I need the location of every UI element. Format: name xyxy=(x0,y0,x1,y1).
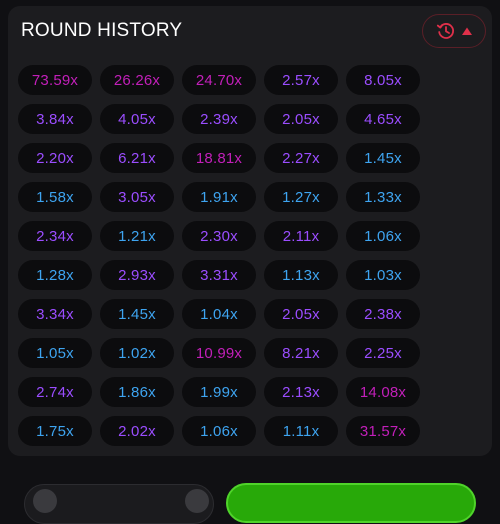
round-multiplier-chip: 2.74x xyxy=(18,377,92,407)
round-multiplier-chip: 2.02x xyxy=(100,416,174,446)
round-multiplier-chip: 1.06x xyxy=(182,416,256,446)
round-multiplier-chip: 2.13x xyxy=(264,377,338,407)
round-multiplier-chip: 10.99x xyxy=(182,338,256,368)
round-multiplier-chip: 2.20x xyxy=(18,143,92,173)
round-multiplier-chip: 31.57x xyxy=(346,416,420,446)
round-multiplier-chip: 1.27x xyxy=(264,182,338,212)
round-multiplier-chip: 4.05x xyxy=(100,104,174,134)
round-multiplier-chip: 26.26x xyxy=(100,65,174,95)
round-multiplier-chip: 2.05x xyxy=(264,104,338,134)
round-multiplier-chip: 8.05x xyxy=(346,65,420,95)
round-multiplier-chip: 1.02x xyxy=(100,338,174,368)
round-multiplier-chip: 3.05x xyxy=(100,182,174,212)
bet-button[interactable] xyxy=(226,483,476,523)
round-multiplier-chip: 18.81x xyxy=(182,143,256,173)
round-multiplier-chip: 2.11x xyxy=(264,221,338,251)
round-multiplier-chip: 3.31x xyxy=(182,260,256,290)
round-multiplier-chip: 14.08x xyxy=(346,377,420,407)
round-multiplier-chip: 24.70x xyxy=(182,65,256,95)
round-multiplier-chip: 73.59x xyxy=(18,65,92,95)
round-multiplier-chip: 1.11x xyxy=(264,416,338,446)
round-multiplier-chip: 2.93x xyxy=(100,260,174,290)
round-multiplier-chip: 2.34x xyxy=(18,221,92,251)
round-multiplier-chip: 2.05x xyxy=(264,299,338,329)
round-multiplier-chip: 1.58x xyxy=(18,182,92,212)
round-multiplier-chip: 1.21x xyxy=(100,221,174,251)
round-history-panel: ROUND HISTORY 73.59x 26.26x 24.70x 2.57x 8.0… xyxy=(8,6,492,456)
round-multiplier-chip: 1.45x xyxy=(100,299,174,329)
round-history-grid: 73.59x 26.26x 24.70x 2.57x 8.05x 3.84x 4.05x 2.… xyxy=(18,65,420,446)
round-multiplier-chip: 1.75x xyxy=(18,416,92,446)
round-multiplier-chip: 1.03x xyxy=(346,260,420,290)
round-multiplier-chip: 1.04x xyxy=(182,299,256,329)
round-multiplier-chip: 8.21x xyxy=(264,338,338,368)
increase-bet-button[interactable] xyxy=(185,489,209,513)
round-multiplier-chip: 1.13x xyxy=(264,260,338,290)
round-multiplier-chip: 2.38x xyxy=(346,299,420,329)
round-multiplier-chip: 3.34x xyxy=(18,299,92,329)
round-multiplier-chip: 2.39x xyxy=(182,104,256,134)
round-multiplier-chip: 1.86x xyxy=(100,377,174,407)
round-multiplier-chip: 2.30x xyxy=(182,221,256,251)
panel-title: ROUND HISTORY xyxy=(21,20,183,41)
round-multiplier-chip: 1.45x xyxy=(346,143,420,173)
bet-amount-stepper[interactable] xyxy=(24,484,214,524)
round-multiplier-chip: 2.25x xyxy=(346,338,420,368)
round-multiplier-chip: 1.91x xyxy=(182,182,256,212)
chevron-up-icon xyxy=(461,26,473,36)
history-toggle-button[interactable] xyxy=(422,14,486,48)
round-multiplier-chip: 1.33x xyxy=(346,182,420,212)
round-multiplier-chip: 2.57x xyxy=(264,65,338,95)
round-multiplier-chip: 1.28x xyxy=(18,260,92,290)
history-icon xyxy=(436,21,456,41)
round-multiplier-chip: 4.65x xyxy=(346,104,420,134)
round-multiplier-chip: 1.99x xyxy=(182,377,256,407)
round-multiplier-chip: 1.06x xyxy=(346,221,420,251)
round-multiplier-chip: 2.27x xyxy=(264,143,338,173)
round-multiplier-chip: 6.21x xyxy=(100,143,174,173)
decrease-bet-button[interactable] xyxy=(33,489,57,513)
round-multiplier-chip: 1.05x xyxy=(18,338,92,368)
round-multiplier-chip: 3.84x xyxy=(18,104,92,134)
